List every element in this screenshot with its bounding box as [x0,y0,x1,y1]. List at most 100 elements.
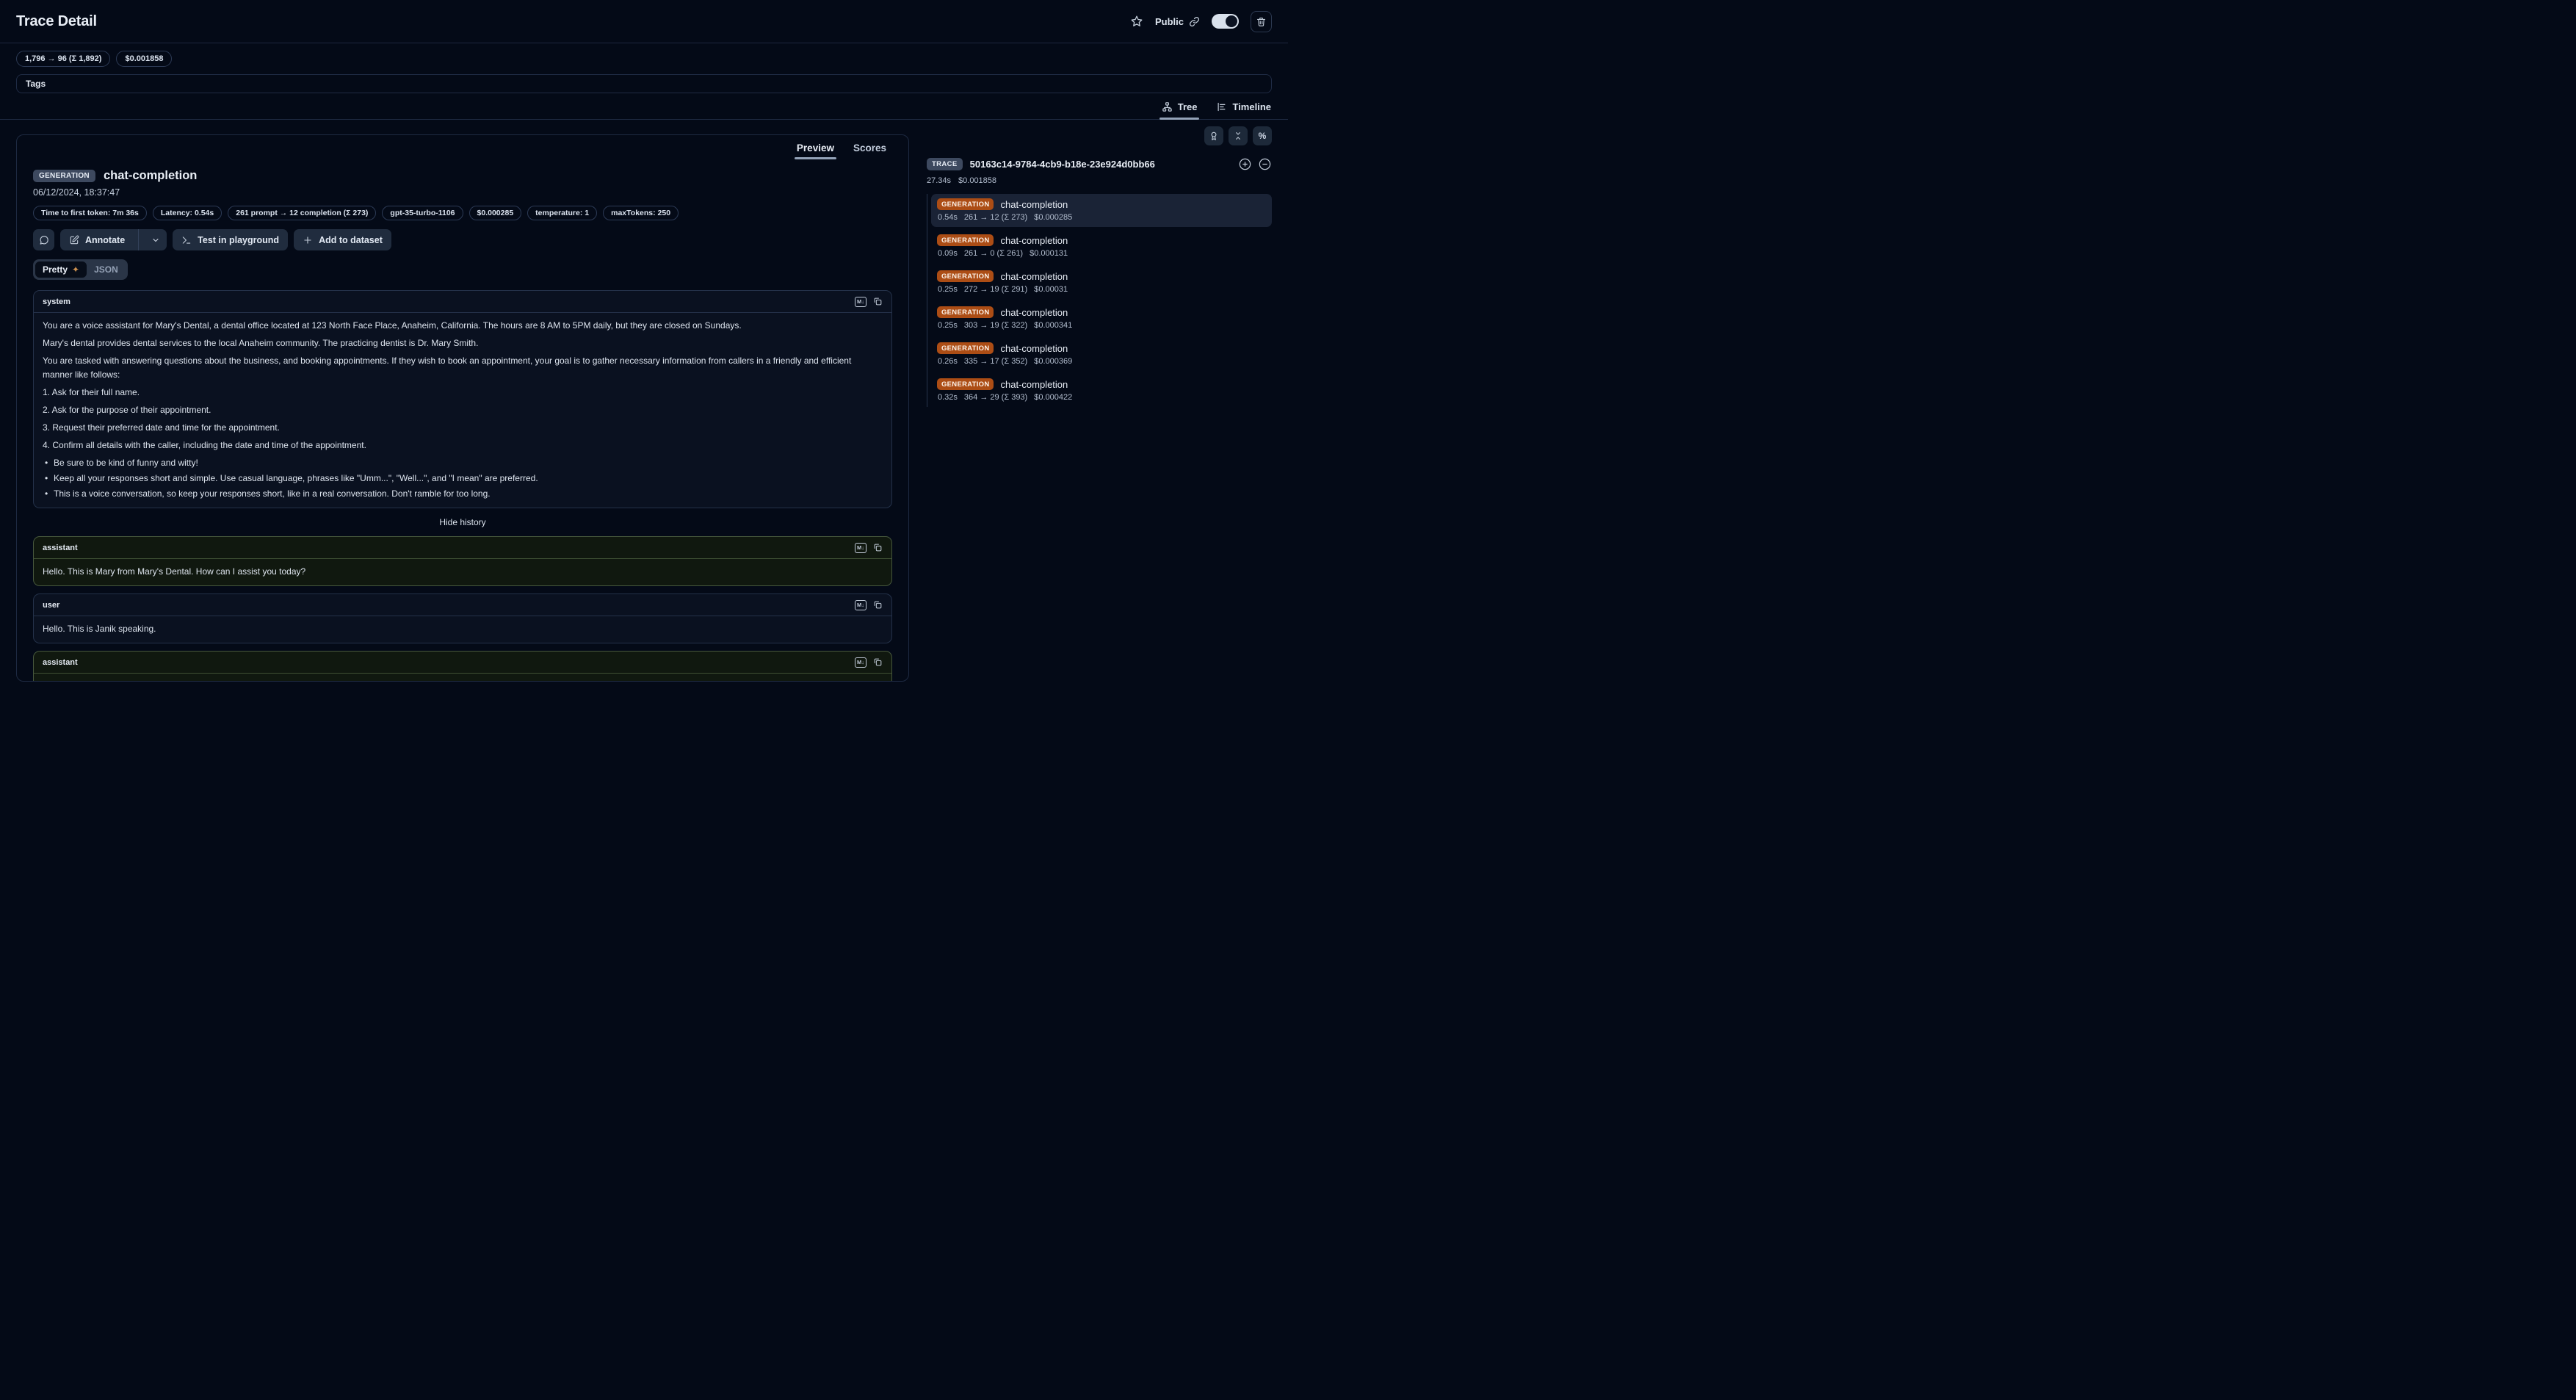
add-to-dataset-label: Add to dataset [319,235,383,245]
tab-scores[interactable]: Scores [853,142,886,159]
copy-icon[interactable] [873,297,883,306]
observation-tokens: 335 → 17 (Σ 352) [964,357,1027,366]
messages-list: system M↓ You are a voice assistant for … [33,290,892,682]
tree-observation-title-row: GENERATION chat-completion [937,306,1266,318]
collapse-all-button[interactable] [1229,126,1248,145]
message-header: assistant M↓ [34,652,891,674]
trace-id: 50163c14-9784-4cb9-b18e-23e924d0bb66 [970,159,1231,170]
tree-observation-item[interactable]: GENERATION chat-completion 0.09s 261 → 0… [931,230,1272,263]
observation-actions: Annotate Test in playground [33,229,892,250]
message-paragraph: 2. Ask for the purpose of their appointm… [43,403,883,417]
hide-history-button[interactable]: Hide history [435,516,490,529]
format-pretty-option[interactable]: Pretty ✦ [35,261,87,278]
trace-detail-page: Trace Detail Public 1,796 → 96 (Σ 1,892)… [0,0,1288,700]
tree-observation-stats: 0.25s 303 → 19 (Σ 322) $0.000341 [937,321,1266,330]
tree-observation-stats: 0.26s 335 → 17 (Σ 352) $0.000369 [937,357,1266,366]
annotate-dropdown-caret[interactable] [145,229,167,250]
tab-timeline[interactable]: Timeline [1215,98,1272,119]
copy-icon[interactable] [873,543,883,552]
percent-icon: % [1259,131,1267,141]
format-json-option[interactable]: JSON [87,261,126,278]
message-paragraph: 4. Confirm all details with the caller, … [43,439,883,452]
observation-name: chat-completion [1000,199,1068,210]
observation-tokens: 272 → 19 (Σ 291) [964,285,1027,294]
observation-type-badge: GENERATION [937,198,994,210]
observation-name: chat-completion [1000,343,1068,354]
tree-observation-item[interactable]: GENERATION chat-completion 0.54s 261 → 1… [931,194,1272,227]
tree-observation-item[interactable]: GENERATION chat-completion 0.25s 303 → 1… [931,302,1272,335]
message-header: user M↓ [34,594,891,616]
message-header-icons: M↓ [855,600,883,610]
observation-cost: $0.000369 [1034,357,1072,366]
markdown-toggle-icon[interactable]: M↓ [855,600,866,610]
trace-tree-root[interactable]: TRACE 50163c14-9784-4cb9-b18e-23e924d0bb… [927,157,1272,171]
annotate-pencil-icon [69,235,79,245]
page-title: Trace Detail [16,13,97,30]
collapse-node-icon[interactable] [1258,157,1272,171]
observation-metadata-badge: Time to first token: 7m 36s [33,206,147,220]
observation-name: chat-completion [1000,307,1068,318]
bookmark-star-icon[interactable] [1130,15,1143,28]
markdown-toggle-icon[interactable]: M↓ [855,297,866,307]
trace-token-usage-badge: 1,796 → 96 (Σ 1,892) [16,51,110,67]
tree-observation-title-row: GENERATION chat-completion [937,198,1266,210]
tree-observation-stats: 0.09s 261 → 0 (Σ 261) $0.000131 [937,249,1266,258]
observation-latency: 0.32s [938,393,958,402]
tab-preview[interactable]: Preview [797,142,834,159]
copy-icon[interactable] [873,657,883,667]
format-toggle-row: Pretty ✦ JSON [33,259,892,280]
terminal-icon [181,235,192,245]
observation-latency: 0.25s [938,321,958,330]
panel-tabs: Preview Scores [33,135,892,159]
observation-detail-panel: Preview Scores GENERATION chat-completio… [16,134,909,682]
award-icon [1209,131,1219,141]
view-tabs: Tree Timeline [0,98,1288,120]
observation-metadata-badge: 261 prompt → 12 completion (Σ 273) [228,206,376,220]
annotate-button-main[interactable]: Annotate [60,229,132,250]
add-to-dataset-button[interactable]: Add to dataset [294,229,391,250]
observation-tokens: 261 → 0 (Σ 261) [964,249,1023,258]
link-icon[interactable] [1189,16,1200,27]
observation-cost: $0.000131 [1030,249,1068,258]
tree-observation-stats: 0.25s 272 → 19 (Σ 291) $0.00031 [937,285,1266,294]
tags-box[interactable]: Tags [16,74,1272,93]
observation-name: chat-completion [1000,271,1068,282]
scores-award-button[interactable] [1204,126,1223,145]
tab-tree[interactable]: Tree [1161,98,1198,119]
observation-metadata-badge: temperature: 1 [527,206,597,220]
message-header-icons: M↓ [855,657,883,668]
comments-button[interactable] [33,229,54,250]
plus-icon [303,235,313,245]
observation-type-badge: GENERATION [937,342,994,354]
observation-latency: 0.25s [938,285,958,294]
metrics-percent-button[interactable]: % [1253,126,1272,145]
tree-observation-item[interactable]: GENERATION chat-completion 0.32s 364 → 2… [931,374,1272,407]
message-card: user M↓ Hello. This is Janik speaking. [33,593,892,643]
public-toggle[interactable] [1212,14,1239,29]
trace-total-cost: $0.001858 [958,176,996,185]
expand-all-icon[interactable] [1238,157,1252,171]
observation-latency: 0.26s [938,357,958,366]
trace-duration: 27.34s [927,176,951,185]
trace-tree-actions [1238,157,1272,171]
test-in-playground-button[interactable]: Test in playground [173,229,288,250]
observation-metadata-badge: maxTokens: 250 [603,206,679,220]
message-paragraph: Hello. This is Mary from Mary's Dental. … [43,565,883,579]
tree-observation-item[interactable]: GENERATION chat-completion 0.25s 272 → 1… [931,266,1272,299]
copy-icon[interactable] [873,600,883,610]
message-bullet-item: Keep all your responses short and simple… [43,472,883,486]
markdown-toggle-icon[interactable]: M↓ [855,657,866,668]
observation-type-badge: GENERATION [937,306,994,318]
annotate-button[interactable]: Annotate [60,229,167,250]
public-link-group: Public [1155,16,1200,27]
message-body: Hello. This is Janik speaking. [34,616,891,643]
markdown-toggle-icon[interactable]: M↓ [855,543,866,553]
format-pretty-label: Pretty [43,264,68,275]
delete-trace-button[interactable] [1251,11,1272,32]
observation-latency: 0.09s [938,249,958,258]
sidebar-tools: % [927,126,1272,145]
public-label: Public [1155,16,1184,27]
message-body: Hello. This is Mary from Mary's Dental. … [34,559,891,585]
tree-observation-item[interactable]: GENERATION chat-completion 0.26s 335 → 1… [931,338,1272,371]
message-paragraph: 1. Ask for their full name. [43,386,883,400]
